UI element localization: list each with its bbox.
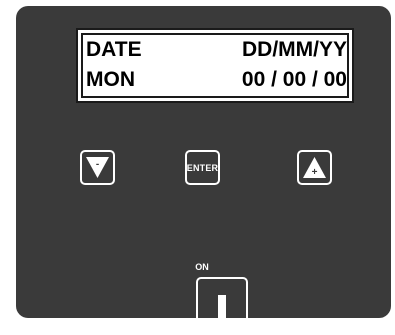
enter-button[interactable]: ENTER: [185, 150, 220, 185]
up-triangle-plus-icon: +: [303, 157, 326, 178]
lcd-row-1: DATE DD/MM/YY: [86, 38, 347, 62]
lcd-row-2: MON 00 / 00 / 00: [86, 68, 347, 92]
power-switch[interactable]: [196, 277, 248, 335]
lcd-row-1-label: DATE: [86, 38, 142, 61]
lcd-row-1-value: DD/MM/YY: [242, 38, 347, 61]
up-button[interactable]: +: [297, 150, 332, 185]
svg-text:-: -: [96, 159, 99, 170]
power-switch-icon: [218, 295, 226, 335]
svg-text:+: +: [312, 167, 318, 178]
power-label: ON: [195, 262, 209, 272]
down-triangle-minus-icon: -: [86, 157, 109, 178]
control-panel: DATE DD/MM/YY MON 00 / 00 / 00 - ENTER +…: [16, 6, 391, 335]
lcd-display: DATE DD/MM/YY MON 00 / 00 / 00: [76, 28, 354, 103]
down-button[interactable]: -: [80, 150, 115, 185]
lcd-row-2-label: MON: [86, 68, 135, 91]
lcd-row-2-value: 00 / 00 / 00: [241, 68, 347, 91]
enter-button-label: ENTER: [186, 162, 219, 173]
